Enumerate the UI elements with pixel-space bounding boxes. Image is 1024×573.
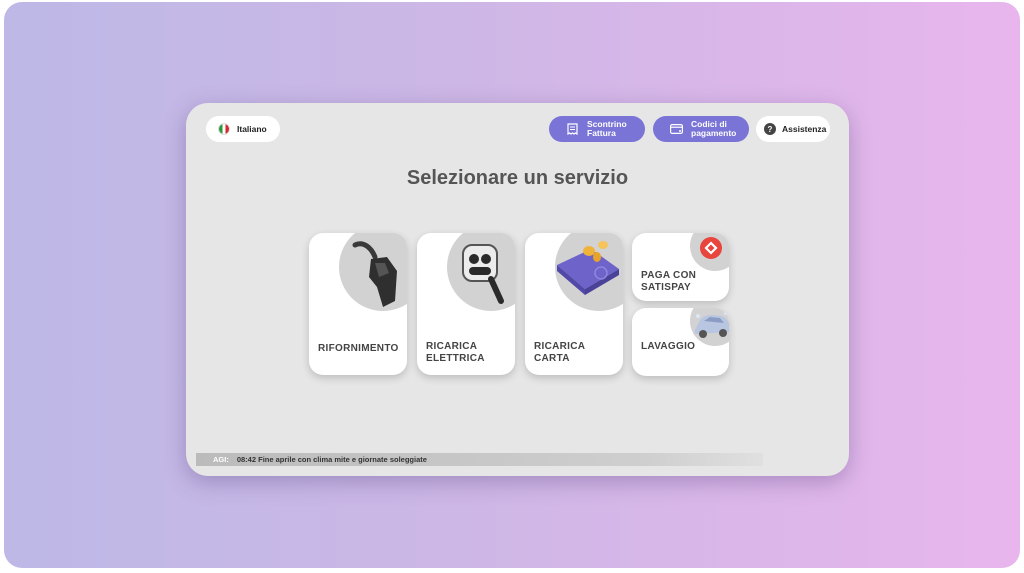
italy-flag-icon [218, 123, 230, 135]
assistance-label: Assistenza [782, 124, 827, 134]
help-icon: ? [764, 123, 776, 135]
ticker-source: AGI: [213, 455, 229, 464]
service-label: RIFORNIMENTO [318, 343, 399, 354]
credit-card-icon [669, 124, 683, 134]
payment-codes-button[interactable]: Codici di pagamento [653, 116, 749, 142]
service-card-rifornimento[interactable]: RIFORNIMENTO [309, 233, 407, 375]
fuel-nozzle-icon [352, 241, 397, 307]
ev-charger-icon [462, 244, 504, 304]
kiosk-screen: Italiano Scontrino Fattura Codici di pag… [186, 103, 849, 476]
receipt-icon [565, 123, 579, 135]
service-card-ricarica-carta[interactable]: RICARICA CARTA [525, 233, 623, 375]
car-wash-icon [695, 311, 729, 338]
service-label: PAGA CON SATISPAY [641, 270, 697, 293]
ticker-message: 08:42 Fine aprile con clima mite e giorn… [236, 455, 427, 464]
service-card-satispay[interactable]: PAGA CON SATISPAY [632, 233, 729, 301]
satispay-logo-icon [700, 237, 722, 259]
service-card-ricarica-elettrica[interactable]: RICARICA ELETTRICA [417, 233, 515, 375]
receipt-invoice-button[interactable]: Scontrino Fattura [549, 116, 645, 142]
receipt-invoice-label: Scontrino Fattura [587, 119, 627, 138]
language-selector[interactable]: Italiano [206, 116, 280, 142]
page-title: Selezionare un servizio [406, 167, 629, 189]
language-label: Italiano [237, 124, 267, 134]
assistance-button[interactable]: ? Assistenza [756, 116, 830, 142]
news-ticker: AGI: 08:42 Fine aprile con clima mite e … [196, 453, 763, 466]
card-coins-icon [557, 241, 619, 295]
background-gradient: Italiano Scontrino Fattura Codici di pag… [4, 2, 1020, 568]
service-card-lavaggio[interactable]: LAVAGGIO [632, 308, 729, 376]
service-label: LAVAGGIO [641, 341, 696, 352]
service-label: RICARICA CARTA [534, 341, 586, 364]
service-label: RICARICA ELETTRICA [426, 341, 485, 364]
payment-codes-label: Codici di pagamento [691, 119, 737, 138]
